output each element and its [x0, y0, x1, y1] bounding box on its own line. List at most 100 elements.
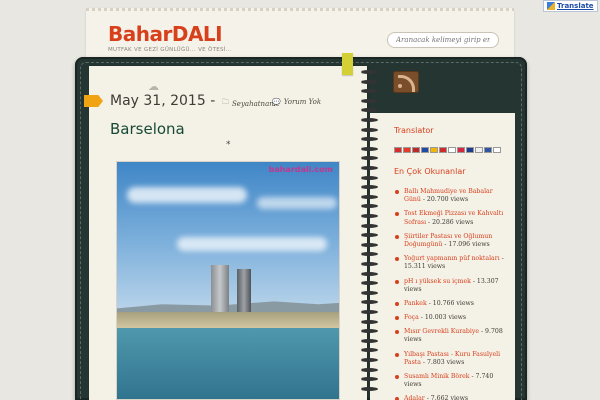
spiral-ring	[360, 281, 378, 286]
spiral-ring	[360, 377, 378, 382]
spiral-ring	[360, 338, 378, 343]
spiral-ring	[360, 185, 378, 190]
spiral-ring	[360, 242, 378, 247]
language-flag-icon[interactable]	[394, 147, 402, 153]
top-post-link[interactable]: Yoğurt yapmanın püf noktaları	[404, 255, 500, 262]
spiral-ring	[360, 290, 378, 295]
spiral-ring	[360, 367, 378, 372]
spiral-ring	[360, 108, 378, 113]
top-post-link[interactable]: pH ı yüksek su içmek	[404, 278, 471, 285]
photo-cloud	[127, 187, 247, 203]
spiral-ring	[360, 214, 378, 218]
photo-tower	[211, 265, 229, 317]
cloud-doodle-icon: ☁	[148, 80, 159, 93]
top-post-link[interactable]: Mısır Gevrekli Kurabiye	[404, 328, 479, 335]
spiral-ring	[360, 146, 378, 151]
site-title[interactable]: BaharDALI	[108, 22, 223, 46]
spiral-ring	[360, 175, 378, 180]
spiral-ring	[360, 118, 378, 122]
spiral-ring	[360, 233, 378, 238]
photo-beach	[117, 312, 339, 328]
list-item: Yılbaşı Pastası - Kuru Fasulyeli Pasta -…	[394, 351, 510, 368]
language-flag-icon[interactable]	[484, 147, 492, 153]
spiral-ring	[360, 194, 378, 199]
photo-cloud	[257, 197, 337, 209]
rss-icon[interactable]	[393, 71, 419, 93]
photo-cloud	[177, 237, 327, 251]
language-flag-icon[interactable]	[421, 147, 429, 153]
language-flag-icon[interactable]	[448, 147, 456, 153]
spiral-ring	[360, 137, 378, 142]
photo-watermark: bahardali.com	[268, 165, 333, 174]
spiral-ring	[360, 127, 378, 132]
list-item: Foça - 10.003 views	[394, 314, 510, 322]
language-flag-icon[interactable]	[457, 147, 465, 153]
language-flag-icon[interactable]	[493, 147, 501, 153]
top-post-views: - 7.662 views	[424, 395, 469, 400]
top-post-link[interactable]: Pankek	[404, 300, 427, 307]
spiral-ring	[360, 271, 378, 276]
header: BaharDALI MUTFAK VE GEZİ GÜNLÜĞÜ... VE Ö…	[86, 8, 514, 64]
translate-icon	[547, 2, 555, 10]
post-date: May 31, 2015 -	[110, 93, 216, 109]
list-item: Şiirtiler Pastası ve Oğlumun Doğumgünü -…	[394, 233, 510, 250]
post-title[interactable]: Barselona	[110, 120, 185, 138]
site-tagline: MUTFAK VE GEZİ GÜNLÜĞÜ... VE ÖTESİ...	[108, 47, 232, 53]
post-comments-link[interactable]: 💬 Yorum Yok	[272, 98, 321, 106]
top-post-views: - 20.286 views	[426, 218, 474, 226]
language-flag-icon[interactable]	[475, 147, 483, 153]
photo-sea	[117, 328, 339, 399]
top-post-views: - 20.700 views	[420, 196, 469, 204]
language-flag-icon[interactable]	[466, 147, 474, 153]
top-post-views: - 10.766 views	[426, 299, 474, 307]
language-flag-icon[interactable]	[412, 147, 420, 153]
language-flag-icon[interactable]	[439, 147, 447, 153]
top-post-link[interactable]: Foça	[404, 314, 419, 321]
spiral-ring	[360, 156, 378, 161]
post-comments-label: Yorum Yok	[283, 98, 322, 106]
spiral-ring	[360, 319, 378, 324]
top-posts-list: Ballı Mahmudiye ve Babalar Günü - 20.700…	[394, 188, 510, 400]
list-item: pH ı yüksek su içmek - 13.307 views	[394, 278, 510, 295]
spiral-ring	[360, 358, 378, 362]
spiral-ring	[360, 79, 378, 84]
translator-widget-title: Translator	[394, 126, 434, 135]
translate-label: Translate	[557, 2, 594, 10]
spiral-binding	[360, 70, 378, 400]
photo-tower	[237, 269, 251, 317]
bookmark-ribbon	[342, 53, 353, 75]
language-flags	[394, 147, 501, 153]
list-item: Ballı Mahmudiye ve Babalar Günü - 20.700…	[394, 188, 510, 205]
spiral-ring	[360, 262, 378, 266]
top-post-link[interactable]: Susamlı Minik Börek	[404, 373, 470, 380]
search-input[interactable]	[387, 32, 499, 48]
divider-star: *	[226, 140, 231, 150]
list-item: Mısır Gevrekli Kurabiye - 9.708 views	[394, 328, 510, 345]
spiral-ring	[360, 70, 378, 74]
top-post-link[interactable]: Adalar	[404, 395, 425, 400]
spiral-ring	[360, 329, 378, 334]
spiral-ring	[360, 166, 378, 170]
list-item: Yoğurt yapmanın püf noktaları - 15.311 v…	[394, 255, 510, 272]
spiral-ring	[360, 300, 378, 305]
folder-icon: 🗀	[222, 98, 229, 106]
spiral-ring	[360, 386, 378, 391]
top-post-views: - 7.803 views	[420, 358, 465, 366]
top-posts-widget-title: En Çok Okunanlar	[394, 167, 466, 176]
spiral-ring	[360, 98, 378, 103]
top-post-views: - 17.096 views	[442, 241, 490, 249]
list-item: Adalar - 7.662 views	[394, 395, 510, 400]
spiral-ring	[360, 252, 378, 257]
comment-icon: 💬	[272, 98, 281, 106]
language-flag-icon[interactable]	[430, 147, 438, 153]
top-post-views: - 10.003 views	[418, 314, 467, 322]
list-item: Pankek - 10.766 views	[394, 300, 510, 308]
list-item: Susamlı Minik Börek - 7.740 views	[394, 373, 510, 390]
translate-button[interactable]: Translate	[543, 0, 598, 12]
language-flag-icon[interactable]	[403, 147, 411, 153]
spiral-ring	[360, 348, 378, 353]
spiral-ring	[360, 310, 378, 314]
post-photo[interactable]: bahardali.com	[116, 161, 340, 400]
spiral-ring	[360, 223, 378, 228]
spiral-ring	[360, 204, 378, 209]
